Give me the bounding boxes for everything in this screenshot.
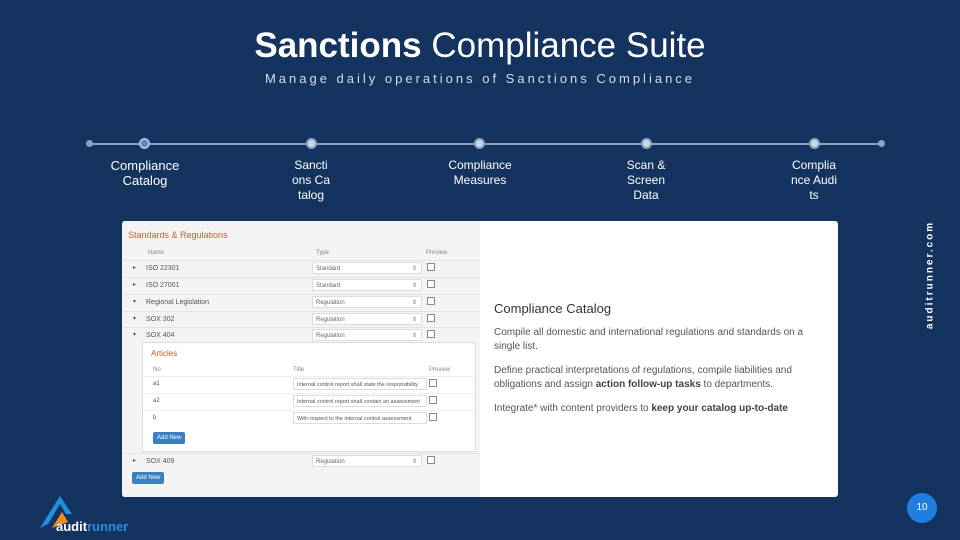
table-row[interactable]: ▸ ISO 22301 Standard ⇕: [122, 260, 480, 277]
col-name: Name: [148, 250, 165, 256]
add-standard-button[interactable]: Add New: [132, 472, 165, 484]
step-label-compliance-audits[interactable]: Compliance Audits: [774, 158, 854, 203]
side-website-label: auditrunner.com: [920, 212, 940, 337]
p3-bold: keep your catalog up-to-date: [651, 403, 788, 414]
select-arrow-icon: ⇕: [411, 300, 417, 306]
step-label-scan-screen-data[interactable]: Scan & Screen Data: [606, 158, 686, 203]
col-type: Type: [316, 250, 330, 256]
step-label-sanctions-catalog[interactable]: Sanctions Catalog: [271, 158, 351, 203]
timeline-node-scan-screen-data[interactable]: [641, 138, 652, 149]
row-name: SOX 302: [146, 316, 175, 323]
table-row[interactable]: ▸ ISO 27001 Standard ⇕: [122, 277, 480, 294]
row-name: Regional Legislation: [146, 299, 210, 306]
type-value: Regulation: [316, 459, 345, 465]
preview-checkbox[interactable]: [429, 413, 437, 421]
step-label-compliance-catalog[interactable]: Compliance Catalog: [107, 158, 183, 188]
article-no: a2: [153, 398, 160, 404]
article-title-input[interactable]: Internal control report shall state the …: [293, 378, 427, 390]
title-rest: Compliance Suite: [421, 26, 706, 65]
article-no: a1: [153, 381, 160, 387]
timeline-node-sanctions-catalog[interactable]: [306, 138, 317, 149]
timeline-start-cap: [86, 140, 93, 147]
caret-icon[interactable]: ▾: [133, 331, 136, 338]
logo-part-1: audit: [56, 519, 88, 534]
caret-icon[interactable]: ▾: [133, 298, 136, 305]
select-arrow-icon: ⇕: [411, 283, 417, 289]
info-paragraph-2: Define practical interpretations of regu…: [494, 364, 829, 392]
preview-checkbox[interactable]: [427, 263, 435, 271]
timeline-end-cap: [878, 140, 885, 147]
preview-checkbox[interactable]: [427, 297, 435, 305]
article-row[interactable]: b With respect to the internal control as…: [143, 410, 475, 427]
step-label-compliance-measures[interactable]: Compliance Measures: [440, 158, 520, 188]
add-article-button[interactable]: Add New: [153, 432, 186, 444]
preview-checkbox[interactable]: [427, 280, 435, 288]
type-value: Regulation: [316, 317, 345, 323]
articles-panel: Articles No Title Preview a1 Internal con…: [142, 342, 476, 452]
p3-text: Integrate* with content providers to: [494, 403, 652, 414]
page-number: 10: [907, 493, 937, 523]
timeline-node-compliance-audits[interactable]: [809, 138, 820, 149]
info-paragraph-1: Compile all domestic and international r…: [494, 327, 804, 352]
select-arrow-icon: ⇕: [411, 459, 417, 465]
caret-icon[interactable]: ▸: [133, 264, 136, 271]
info-panel: Compliance Catalog Compile all domestic …: [494, 301, 829, 426]
article-row[interactable]: a2 Internal control report shall contain …: [143, 393, 475, 410]
type-select[interactable]: Regulation ⇕: [312, 313, 422, 325]
timeline-node-compliance-measures[interactable]: [474, 138, 485, 149]
page-subtitle: Manage daily operations of Sanctions Com…: [264, 71, 696, 86]
type-value: Regulation: [316, 300, 345, 306]
timeline-line: [89, 143, 881, 145]
type-select[interactable]: Regulation ⇕: [312, 455, 422, 467]
caret-icon[interactable]: ▸: [133, 281, 136, 288]
preview-checkbox[interactable]: [429, 379, 437, 387]
type-select[interactable]: Regulation ⇕: [312, 296, 422, 308]
article-title-input[interactable]: Internal control report shall contain an…: [293, 395, 427, 407]
preview-checkbox[interactable]: [427, 314, 435, 322]
app-screenshot: Standards & Regulations Name Type Previe…: [122, 221, 480, 497]
row-name: ISO 27001: [146, 282, 180, 289]
side-website-text: auditrunner.com: [924, 220, 936, 329]
logo-part-2: runner: [87, 519, 129, 534]
type-select[interactable]: Standard ⇕: [312, 279, 422, 291]
preview-checkbox[interactable]: [429, 396, 437, 404]
select-arrow-icon: ⇕: [411, 266, 417, 272]
screenshot-header: Standards & Regulations: [128, 230, 228, 240]
table-row[interactable]: ▾ SOX 302 Regulation ⇕: [122, 311, 480, 328]
select-arrow-icon: ⇕: [411, 317, 417, 323]
content-card: Standards & Regulations Name Type Previe…: [122, 221, 838, 497]
type-value: Standard: [316, 266, 341, 272]
article-no: b: [153, 415, 157, 421]
preview-checkbox[interactable]: [427, 456, 435, 464]
caret-icon[interactable]: ▸: [133, 457, 136, 464]
article-row[interactable]: a1 Internal control report shall state th…: [143, 376, 475, 393]
type-value: Standard: [316, 283, 341, 289]
type-select[interactable]: Regulation ⇕: [312, 329, 422, 341]
col-preview: Preview: [426, 250, 448, 256]
col-preview: Preview: [429, 367, 451, 373]
table-row[interactable]: ▸ SOX 409 Regulation ⇕: [122, 453, 480, 470]
row-name: ISO 22301: [146, 265, 180, 272]
col-title: Title: [293, 367, 305, 373]
select-arrow-icon: ⇕: [411, 333, 417, 339]
info-heading: Compliance Catalog: [494, 301, 612, 316]
page-title: Sanctions Compliance Suite: [0, 26, 960, 66]
articles-header: Articles: [151, 349, 178, 358]
caret-icon[interactable]: ▾: [133, 315, 136, 322]
article-title-input[interactable]: With respect to the internal control ass…: [293, 412, 427, 424]
row-name: SOX 409: [146, 458, 175, 465]
p2-bold: action follow-up tasks: [595, 379, 701, 390]
info-paragraph-3: Integrate* with content providers to kee…: [494, 402, 829, 416]
type-select[interactable]: Standard ⇕: [312, 262, 422, 274]
timeline-node-compliance-catalog[interactable]: [139, 138, 150, 149]
logo-wordmark: auditrunner: [56, 519, 128, 534]
row-name: SOX 404: [146, 332, 175, 339]
col-no: No: [153, 367, 161, 373]
table-row[interactable]: ▾ Regional Legislation Regulation ⇕: [122, 294, 480, 311]
preview-checkbox[interactable]: [427, 330, 435, 338]
title-bold: Sanctions: [254, 26, 422, 65]
p2-post: to departments.: [700, 379, 774, 390]
type-value: Regulation: [316, 333, 345, 339]
